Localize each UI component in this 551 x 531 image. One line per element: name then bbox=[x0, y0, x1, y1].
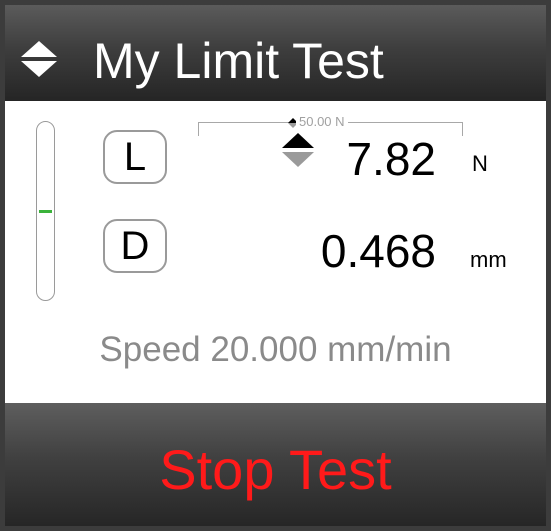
test-panel-window: My Limit Test L D 50.00 N 7.82 N 0.468 m… bbox=[0, 0, 551, 531]
displacement-value: 0.468 bbox=[320, 225, 436, 277]
level-indicator bbox=[36, 121, 55, 301]
test-header[interactable]: My Limit Test bbox=[5, 5, 546, 101]
level-marker bbox=[39, 210, 52, 213]
stop-test-label: Stop Test bbox=[159, 438, 392, 501]
load-value: 7.82 bbox=[346, 133, 436, 185]
speed-readout: Speed 20.000 mm/min bbox=[99, 330, 452, 369]
stop-test-button[interactable]: Stop Test bbox=[5, 403, 546, 526]
load-key-button[interactable]: L bbox=[103, 130, 167, 184]
readings-panel: L D 50.00 N 7.82 N 0.468 mm Speed 20.000… bbox=[5, 101, 546, 403]
test-title: My Limit Test bbox=[93, 33, 384, 89]
displacement-key-button[interactable]: D bbox=[103, 219, 167, 273]
sort-arrows-icon[interactable] bbox=[19, 39, 59, 79]
load-unit: N bbox=[472, 151, 488, 176]
load-limit-label: 50.00 N bbox=[296, 114, 348, 130]
load-direction-icon bbox=[282, 133, 314, 167]
displacement-unit: mm bbox=[470, 247, 507, 272]
